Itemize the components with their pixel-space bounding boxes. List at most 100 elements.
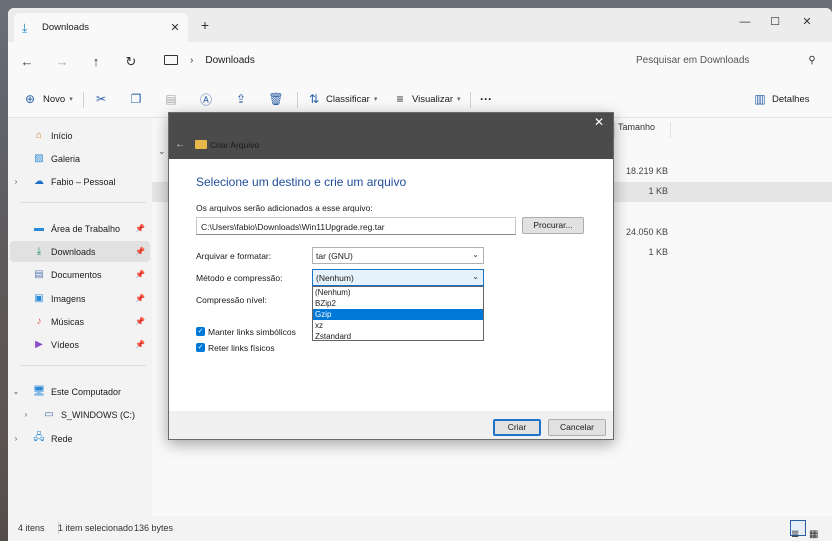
level-label: Compressão nível: [196, 295, 267, 305]
sidebar-item-videos[interactable]: ▶ Vídeos 📌 [10, 334, 150, 355]
sidebar-item-label: S_WINDOWS (C:) [61, 409, 135, 420]
sidebar-item-downloads[interactable]: ⤓ Downloads 📌 [10, 241, 150, 262]
images-icon: ▣ [34, 293, 44, 304]
sidebar-item-home[interactable]: ⌂ Início [10, 125, 150, 146]
sidebar-item-label: Fabio – Pessoal [51, 176, 116, 187]
sidebar-item-label: Vídeos [51, 339, 80, 350]
chevron-down-icon: ▾ [69, 96, 73, 103]
cancel-button[interactable]: Cancelar [548, 419, 606, 436]
method-value: (Nenhum) [316, 273, 354, 283]
address-field[interactable]: › Downloads [156, 47, 618, 73]
share-icon: ⇪ [235, 92, 247, 106]
share-button[interactable]: ⇪ [233, 89, 249, 109]
chevron-right-icon[interactable]: › [10, 177, 22, 186]
copy-button[interactable]: ❐ [128, 89, 144, 109]
address-toolbar: ← → ↑ ↻ › Downloads Pesquisar em Downloa… [8, 42, 832, 80]
details-view-button[interactable]: ≣ [790, 520, 806, 540]
back-arrow-icon[interactable]: ← [175, 139, 185, 150]
cloud-icon: ☁ [34, 176, 44, 187]
create-archive-dialog: ✕ ← Criar Arquivo Selecione um destino e… [168, 112, 614, 440]
delete-button[interactable]: 🗑 [268, 89, 284, 109]
option-gzip[interactable]: Gzip [313, 309, 483, 320]
column-header-size[interactable]: Tamanho [618, 122, 655, 132]
sidebar-item-documents[interactable]: ▤ Documentos 📌 [10, 264, 150, 285]
sidebar-item-label: Este Computador [51, 386, 122, 397]
item-count: 4 itens [18, 523, 45, 533]
option-none[interactable]: (Nenhum) [313, 287, 483, 298]
chevron-down-icon[interactable]: ⌄ [158, 146, 166, 157]
clipboard-icon: ▤ [165, 92, 177, 106]
rename-button[interactable]: Ⓐ [198, 89, 214, 109]
paste-button[interactable]: ▤ [163, 89, 179, 109]
up-button[interactable]: ↑ [85, 51, 107, 73]
plus-circle-icon: ⊕ [24, 92, 36, 106]
new-tab-button[interactable]: + [198, 17, 212, 33]
view-button[interactable]: ≡ Visualizar ▾ [392, 89, 461, 109]
archive-path-field[interactable]: C:\Users\fabio\Downloads\Win11Upgrade.re… [196, 217, 516, 235]
new-button[interactable]: ⊕ Novo ▾ [22, 89, 73, 109]
documents-icon: ▤ [34, 269, 44, 280]
sidebar-item-onedrive[interactable]: › ☁ Fabio – Pessoal [10, 171, 150, 192]
tab-bar: ⤓ Downloads ✕ + — ☐ ✕ [8, 8, 832, 42]
chevron-down-icon: ▾ [457, 96, 461, 103]
dialog-close-button[interactable]: ✕ [591, 115, 607, 129]
option-zstandard[interactable]: Zstandard [313, 331, 483, 342]
divider [470, 92, 471, 108]
more-options-button[interactable]: ··· [480, 89, 492, 109]
browse-button[interactable]: Procurar... [522, 217, 584, 234]
sidebar-item-images[interactable]: ▣ Imagens 📌 [10, 288, 150, 309]
dialog-footer: Criar Cancelar [169, 411, 613, 439]
sidebar-item-desktop[interactable]: ▬ Área de Trabalho 📌 [10, 218, 150, 239]
details-label: Detalhes [772, 93, 810, 105]
monitor-icon [164, 55, 178, 65]
compression-method-select[interactable]: (Nenhum) ⌄ [312, 269, 484, 286]
tiles-view-button[interactable]: ▦ [808, 520, 824, 540]
tab-close-icon[interactable]: ✕ [168, 21, 182, 34]
symlinks-label: Manter links simbólicos [208, 327, 296, 337]
sidebar-item-c-drive[interactable]: › ▭ S_WINDOWS (C:) [20, 404, 150, 425]
search-input[interactable]: Pesquisar em Downloads ⚲ [626, 47, 822, 73]
tab-downloads[interactable]: ⤓ Downloads ✕ [14, 13, 188, 42]
chevron-right-icon[interactable]: › [10, 434, 22, 443]
sidebar-item-label: Imagens [51, 293, 86, 304]
details-pane-button[interactable]: ▥ Detalhes [752, 89, 810, 109]
compression-options-list: (Nenhum) BZip2 Gzip xz Zstandard [312, 286, 484, 341]
option-bzip2[interactable]: BZip2 [313, 298, 483, 309]
chevron-right-icon: › [190, 54, 194, 66]
format-value: tar (GNU) [316, 251, 353, 261]
chevron-down-icon: ⌄ [472, 250, 479, 259]
hardlinks-checkbox[interactable]: ✓ [196, 343, 205, 352]
sidebar-item-network[interactable]: › 🖧 Rede [10, 428, 150, 449]
computer-icon: 🖥 [32, 386, 46, 397]
back-button[interactable]: ← [16, 51, 38, 73]
sort-icon: ⇅ [308, 92, 320, 106]
chevron-down-icon: ▾ [373, 96, 378, 103]
create-button[interactable]: Criar [493, 419, 541, 436]
sort-label: Classificar [326, 93, 370, 105]
file-size: 1 KB [648, 186, 668, 196]
chevron-down-icon: ⌄ [472, 272, 479, 281]
maximize-button[interactable]: ☐ [760, 12, 790, 32]
sort-button[interactable]: ⇅ Classificar ▾ [306, 89, 377, 109]
column-divider [670, 122, 671, 138]
hardlinks-label: Reter links físicos [208, 343, 275, 353]
close-window-button[interactable]: ✕ [792, 12, 822, 32]
sidebar-item-this-pc[interactable]: ⌄ 🖥 Este Computador [10, 381, 150, 402]
breadcrumb-downloads[interactable]: Downloads [205, 55, 254, 66]
forward-button[interactable]: → [51, 51, 73, 73]
file-size: 18.219 KB [625, 166, 668, 176]
symlinks-checkbox[interactable]: ✓ [196, 327, 205, 336]
chevron-down-icon[interactable]: ⌄ [10, 387, 22, 396]
details-pane-icon: ▥ [754, 92, 766, 106]
column-divider [614, 122, 615, 138]
format-select[interactable]: tar (GNU) ⌄ [312, 247, 484, 264]
option-xz[interactable]: xz [313, 320, 483, 331]
tiles-view-icon: ▦ [809, 529, 819, 540]
refresh-button[interactable]: ↻ [120, 51, 142, 73]
sidebar-item-music[interactable]: ♪ Músicas 📌 [10, 311, 150, 332]
cut-button[interactable]: ✂ [93, 89, 109, 109]
minimize-button[interactable]: — [730, 12, 760, 32]
sidebar-item-gallery[interactable]: ▨ Galeria [10, 148, 150, 169]
selection-size: 136 bytes [134, 523, 174, 533]
chevron-right-icon[interactable]: › [20, 410, 32, 419]
